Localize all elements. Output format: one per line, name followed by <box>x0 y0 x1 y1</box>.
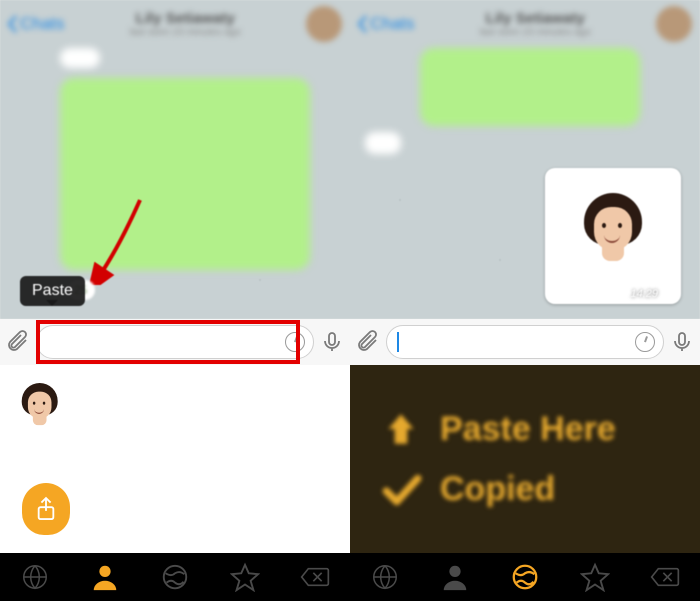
message-bubble[interactable] <box>60 78 310 270</box>
message-input[interactable] <box>36 325 314 359</box>
chat-header-left: Chats Lily Setiawaty last seen 23 minute… <box>0 0 350 48</box>
message-bubble[interactable] <box>60 48 100 68</box>
avatar[interactable] <box>656 6 692 42</box>
keyboard-bottom-bar <box>0 553 700 601</box>
message-bubble[interactable] <box>420 48 640 126</box>
double-check-icon <box>661 289 675 299</box>
chat-background: Chats Lily Setiawaty last seen 23 minute… <box>0 0 700 319</box>
avatar[interactable] <box>306 6 342 42</box>
sticker-thumbnail[interactable] <box>18 383 61 436</box>
instruction-text: Copied <box>440 470 555 509</box>
keyboard-panel-area: Paste Here Copied <box>0 365 700 553</box>
check-icon <box>380 468 422 510</box>
chat-title[interactable]: Lily Setiawaty last seen 23 minutes ago <box>414 10 656 38</box>
instruction-overlay: Paste Here Copied <box>350 365 700 553</box>
message-input[interactable] <box>386 325 664 359</box>
keyboard-person-button[interactable] <box>70 553 140 601</box>
sticker-picker-panel <box>0 365 350 553</box>
message-bubble[interactable] <box>365 132 401 154</box>
keyboard-globe-button[interactable] <box>0 553 70 601</box>
timer-icon[interactable] <box>635 332 655 352</box>
chat-header-right: Chats Lily Setiawaty last seen 23 minute… <box>350 0 700 48</box>
attach-icon[interactable] <box>354 328 382 356</box>
share-button[interactable] <box>22 483 70 535</box>
message-input-bar <box>350 319 700 365</box>
back-button[interactable]: Chats <box>356 14 414 34</box>
face-sticker-icon <box>578 193 648 279</box>
keyboard-star-button[interactable] <box>560 553 630 601</box>
chat-title[interactable]: Lily Setiawaty last seen 23 minutes ago <box>64 10 306 38</box>
back-label: Chats <box>20 14 64 34</box>
keyboard-world-button[interactable] <box>140 553 210 601</box>
mic-icon[interactable] <box>318 328 346 356</box>
keyboard-person-button[interactable] <box>420 553 490 601</box>
instruction-text: Paste Here <box>440 410 616 449</box>
back-button[interactable]: Chats <box>6 14 64 34</box>
sticker-message[interactable]: 14:29 <box>545 168 681 304</box>
paste-menu[interactable]: Paste <box>20 276 85 306</box>
text-caret <box>397 332 399 352</box>
back-label: Chats <box>370 14 414 34</box>
keyboard-star-button[interactable] <box>210 553 280 601</box>
message-input-bar <box>0 319 350 365</box>
arrow-up-icon <box>380 408 422 450</box>
keyboard-world-button[interactable] <box>490 553 560 601</box>
message-time: 14:29 <box>630 288 675 300</box>
attach-icon[interactable] <box>4 328 32 356</box>
keyboard-backspace-button[interactable] <box>280 553 350 601</box>
keyboard-globe-button[interactable] <box>350 553 420 601</box>
mic-icon[interactable] <box>668 328 696 356</box>
keyboard-backspace-button[interactable] <box>630 553 700 601</box>
timer-icon[interactable] <box>285 332 305 352</box>
